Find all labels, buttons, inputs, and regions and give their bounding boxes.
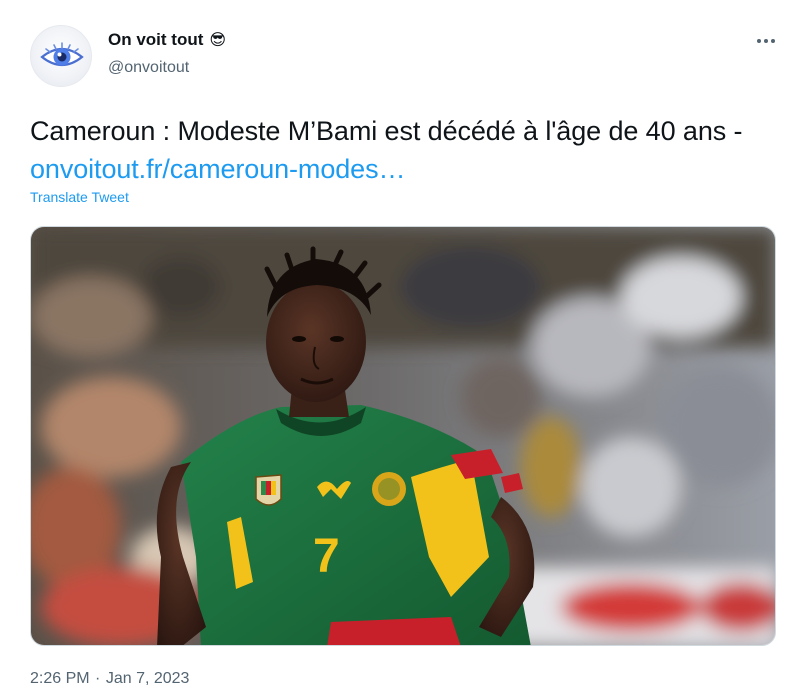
author-name-row: On voit tout 😎 — [108, 30, 226, 50]
tweet-time: 2:26 PM — [30, 670, 90, 687]
more-dot-icon — [771, 39, 775, 43]
team-crest-icon — [255, 474, 282, 506]
eye-icon — [40, 42, 84, 67]
author-handle[interactable]: @onvoitout — [108, 59, 189, 77]
tweet-timestamp[interactable]: 2:26 PM · Jan 7, 2023 — [30, 670, 189, 688]
football-player-photo: 7 — [31, 227, 775, 645]
timestamp-separator: · — [95, 670, 101, 687]
tweet-date: Jan 7, 2023 — [105, 670, 190, 687]
tweet-article-link[interactable]: onvoitout.fr/cameroun-modes… — [30, 154, 405, 184]
tweet-text: Cameroun : Modeste M’Bami est décédé à l… — [30, 112, 780, 188]
tweet-body-text: Cameroun : Modeste M’Bami est décédé à l… — [30, 116, 743, 146]
more-dot-icon — [757, 39, 761, 43]
tweet-media-photo[interactable]: 7 — [30, 226, 776, 646]
more-options-button[interactable] — [752, 30, 780, 52]
translate-tweet-link[interactable]: Translate Tweet — [30, 189, 129, 205]
author-avatar[interactable] — [30, 25, 92, 87]
sunglasses-emoji-icon: 😎 — [209, 30, 227, 49]
more-dot-icon — [764, 39, 768, 43]
author-display-name[interactable]: On voit tout — [108, 30, 203, 50]
tweet-card: On voit tout 😎 @onvoitout Cameroun : Mod… — [0, 0, 800, 694]
jersey-number: 7 — [313, 530, 340, 583]
